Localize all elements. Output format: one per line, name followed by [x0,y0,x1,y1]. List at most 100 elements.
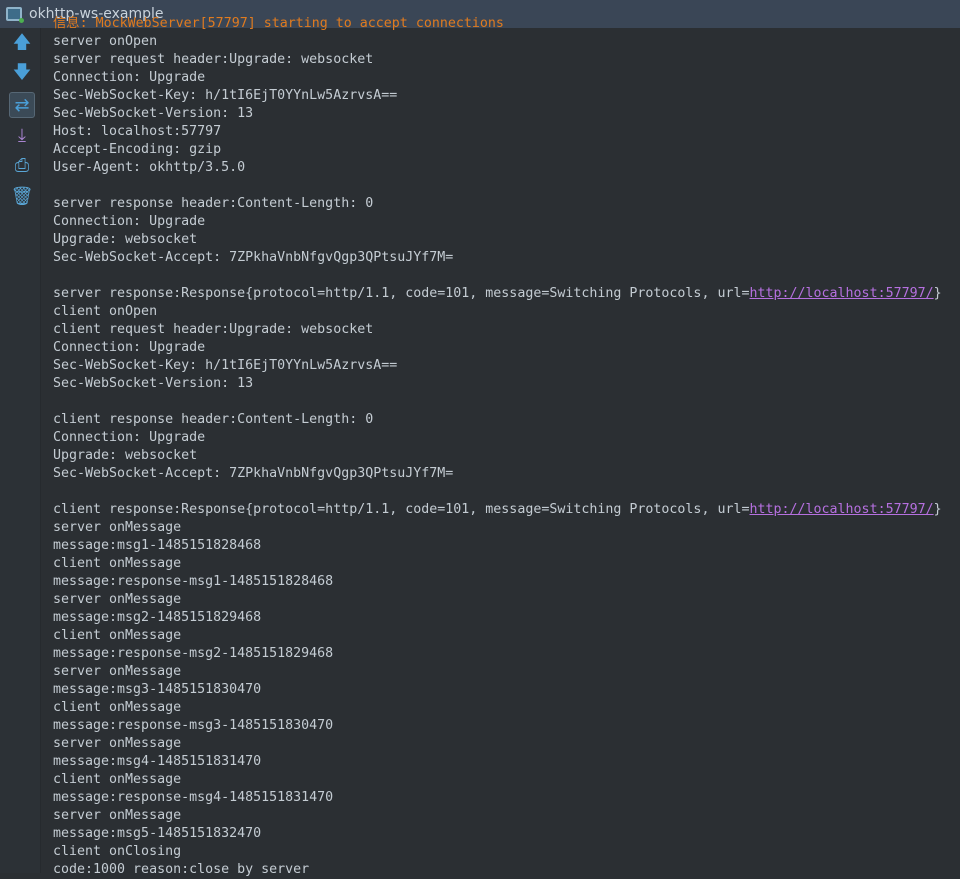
clear-all-button[interactable]: 🗑 [9,183,35,209]
console-line: message:response-msg2-1485151829468 [53,645,960,663]
console-line: client onMessage [53,555,960,573]
console-line: Upgrade: websocket [53,231,960,249]
console-line-text: server onMessage [53,808,182,823]
console-url-link[interactable]: http://localhost:57797/ [749,502,933,517]
console-line-text: Connection: Upgrade [53,430,206,445]
console-line: server onOpen [53,33,960,51]
console-line: client request header:Upgrade: websocket [53,321,960,339]
console-line-text: Accept-Encoding: gzip [53,142,222,157]
scroll-down-icon: 🡇 [12,62,32,83]
console-line-text: client onMessage [53,628,182,643]
console-line: Connection: Upgrade [53,429,960,447]
app-window-icon [6,7,24,23]
console-line: message:response-msg3-1485151830470 [53,717,960,735]
console-line-text: Upgrade: websocket [53,448,198,463]
console-line: server onMessage [53,663,960,681]
console-line-text: client onOpen [53,304,158,319]
console-line-text: server onMessage [53,520,182,535]
console-line: message:msg2-1485151829468 [53,609,960,627]
scroll-up-button[interactable]: 🡅 [9,32,35,58]
console-line: 信息: MockWebServer[57797] starting to acc… [53,15,960,33]
scroll-up-icon: 🡅 [12,32,32,53]
console-line: User-Agent: okhttp/3.5.0 [53,159,960,177]
console-line-text: server request header:Upgrade: websocket [53,52,374,67]
console-line-text: client request header:Upgrade: websocket [53,322,374,337]
console-line: Accept-Encoding: gzip [53,141,960,159]
console-line-text: client response:Response{protocol=http/1… [53,502,750,517]
console-url-link[interactable]: http://localhost:57797/ [749,286,933,301]
console-line-text: message:response-msg1-1485151828468 [53,574,334,589]
console-line: server response:Response{protocol=http/1… [53,285,960,303]
console-line-text: message:msg3-1485151830470 [53,682,262,697]
console-line: Sec-WebSocket-Version: 13 [53,375,960,393]
soft-wrap-icon: ⇄ [14,94,30,116]
console-line: server onMessage [53,807,960,825]
console-line: Connection: Upgrade [53,213,960,231]
console-line-text: client onMessage [53,772,182,787]
console-line: Connection: Upgrade [53,69,960,87]
console-line-text: Sec-WebSocket-Key: h/1tI6EjT0YYnLw5Azrvs… [53,88,398,103]
console-line-text: client onClosing [53,844,182,859]
console-line-text: server onMessage [53,736,182,751]
console-line-text: Sec-WebSocket-Key: h/1tI6EjT0YYnLw5Azrvs… [53,358,398,373]
soft-wrap-button[interactable]: ⇄ [9,92,35,118]
console-line-text: Host: localhost:57797 [53,124,222,139]
console-line: server onMessage [53,591,960,609]
console-line-text: Connection: Upgrade [53,70,206,85]
console-line: message:msg4-1485151831470 [53,753,960,771]
console-line: message:msg3-1485151830470 [53,681,960,699]
console-line-text: Sec-WebSocket-Accept: 7ZPkhaVnbNfgvQgp3Q… [53,466,454,481]
scroll-down-button[interactable]: 🡇 [9,62,35,88]
console-line-text: message:response-msg2-1485151829468 [53,646,334,661]
console-output[interactable]: 信息: MockWebServer[57797] starting to acc… [53,15,960,879]
console-line-text: code:1000 reason:close by server [53,862,310,877]
console-toolbar: 🡅 🡇 ⇄ ⤓ ⎙ 🗑 [0,28,41,873]
console-line-text: Upgrade: websocket [53,232,198,247]
console-line: message:msg5-1485151832470 [53,825,960,843]
print-icon: ⎙ [14,154,30,176]
console-line: client onMessage [53,771,960,789]
console-line-text: message:msg2-1485151829468 [53,610,262,625]
console-line-text: client onMessage [53,700,182,715]
console-line: client response header:Content-Length: 0 [53,411,960,429]
console-line: Sec-WebSocket-Accept: 7ZPkhaVnbNfgvQgp3Q… [53,465,960,483]
scroll-to-end-button[interactable]: ⤓ [9,122,35,148]
console-line-text: server onOpen [53,34,158,49]
console-line-suffix: } [933,286,942,301]
console-line: message:msg1-1485151828468 [53,537,960,555]
console-line-text: Sec-WebSocket-Version: 13 [53,376,254,391]
console-line-text: client response header:Content-Length: 0 [53,412,374,427]
console-line-text: message:response-msg4-1485151831470 [53,790,334,805]
print-button[interactable]: ⎙ [9,152,35,178]
console-line: Upgrade: websocket [53,447,960,465]
console-line-text: client onMessage [53,556,182,571]
console-line-text: server response:Response{protocol=http/1… [53,286,750,301]
console-line: client response:Response{protocol=http/1… [53,501,960,519]
console-line: client onMessage [53,627,960,645]
console-line: Host: localhost:57797 [53,123,960,141]
scroll-to-end-icon: ⤓ [18,124,26,146]
console-line-text: User-Agent: okhttp/3.5.0 [53,160,246,175]
console-line: client onClosing [53,843,960,861]
console-line-text: server onMessage [53,664,182,679]
console-line-text: Sec-WebSocket-Version: 13 [53,106,254,121]
console-line: message:response-msg4-1485151831470 [53,789,960,807]
console-line-text: message:msg4-1485151831470 [53,754,262,769]
console-line-text: Sec-WebSocket-Accept: 7ZPkhaVnbNfgvQgp3Q… [53,250,454,265]
console-line: client onOpen [53,303,960,321]
console-line: server onMessage [53,519,960,537]
console-line-suffix: } [933,502,942,517]
console-line: code:1000 reason:close by server [53,861,960,879]
console-line-text: 信息: MockWebServer[57797] starting to acc… [53,16,504,31]
console-line: Sec-WebSocket-Key: h/1tI6EjT0YYnLw5Azrvs… [53,87,960,105]
console-line-text: message:response-msg3-1485151830470 [53,718,334,733]
console-line: message:response-msg1-1485151828468 [53,573,960,591]
console-line-text: Connection: Upgrade [53,214,206,229]
console-line-text: Connection: Upgrade [53,340,206,355]
console-line: server onMessage [53,735,960,753]
console-line-text: server onMessage [53,592,182,607]
console-line: Sec-WebSocket-Key: h/1tI6EjT0YYnLw5Azrvs… [53,357,960,375]
